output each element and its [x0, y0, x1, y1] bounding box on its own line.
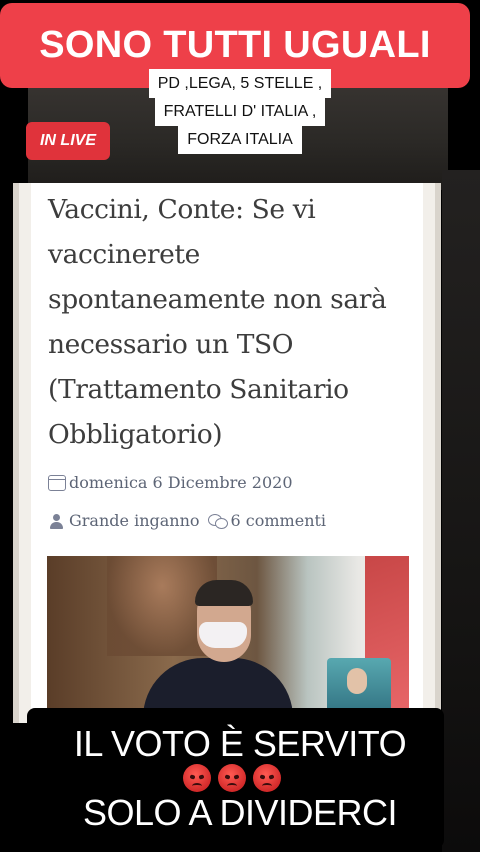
angry-face-icon [253, 764, 281, 792]
caption-line-1: IL VOTO È SERVITO [73, 723, 407, 764]
article-comments-link[interactable]: 6 commenti [231, 511, 327, 530]
article-card: Vaccini, Conte: Se vi vaccinerete sponta… [31, 183, 423, 723]
angry-emoji-row [183, 764, 281, 792]
user-icon [48, 513, 66, 529]
article-border-left [13, 183, 19, 723]
article-date-text: domenica 6 Dicembre 2020 [69, 473, 293, 492]
angry-face-icon [218, 764, 246, 792]
article-border-right [435, 183, 441, 723]
caption-line-2: SOLO A DIVIDERCI [82, 792, 398, 833]
angry-face-icon [183, 764, 211, 792]
party-line: FORZA ITALIA [178, 125, 302, 154]
photo-person-hair [195, 580, 253, 606]
live-badge[interactable]: IN LIVE [26, 122, 110, 160]
party-line: FRATELLI D' ITALIA , [154, 97, 326, 126]
article-date: domenica 6 Dicembre 2020 [48, 473, 293, 492]
photo-person-mask [199, 622, 247, 648]
party-line: PD ,LEGA, 5 STELLE , [148, 69, 332, 98]
article-headline: Vaccini, Conte: Se vi vaccinerete sponta… [48, 194, 387, 450]
article-screenshot: Vaccini, Conte: Se vi vaccinerete sponta… [13, 183, 441, 723]
comments-icon [207, 513, 228, 529]
article-photo [47, 556, 409, 723]
article-author-link[interactable]: Grande inganno [69, 511, 200, 530]
calendar-icon [48, 474, 66, 491]
article-meta-row: Grande inganno 6 commenti [48, 511, 326, 530]
